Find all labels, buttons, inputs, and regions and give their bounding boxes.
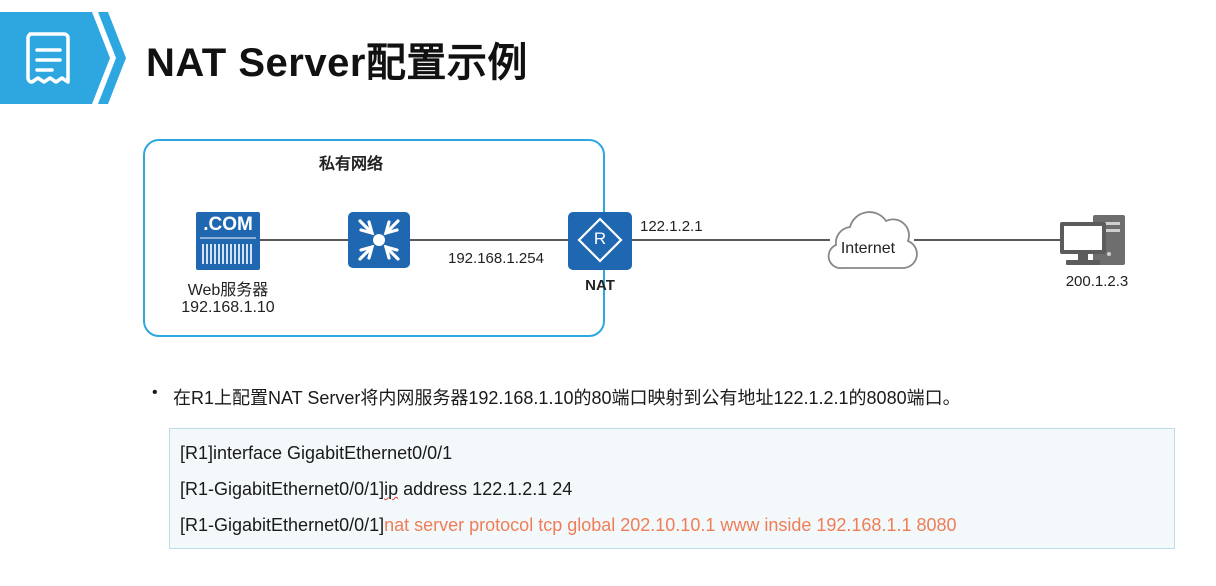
internet-label: Internet bbox=[840, 240, 896, 257]
command-line-3-nat-command: nat server protocol tcp global 202.10.10… bbox=[384, 515, 957, 535]
nat-outside-ip: 122.1.2.1 bbox=[640, 218, 703, 235]
bullet-text: 在R1上配置NAT Server将内网服务器192.168.1.10的80端口映… bbox=[173, 388, 961, 408]
nat-label: NAT bbox=[585, 277, 615, 294]
command-line-1: [R1]interface GigabitEthernet0/0/1 bbox=[180, 443, 453, 463]
web-server-ip: 192.168.1.10 bbox=[181, 299, 275, 316]
command-line-2-prefix: [R1-GigabitEthernet0/0/1] bbox=[180, 479, 385, 499]
switch-icon bbox=[348, 212, 410, 268]
client-pc-ip: 200.1.2.3 bbox=[1065, 273, 1129, 290]
command-line-2-rest: address 122.1.2.1 24 bbox=[398, 479, 573, 499]
web-server-label: Web服务器 bbox=[187, 282, 269, 299]
client-pc-icon bbox=[1060, 215, 1125, 265]
command-box: [R1]interface GigabitEthernet0/0/1 [R1-G… bbox=[169, 428, 1175, 549]
command-line-3: [R1-GigabitEthernet0/0/1]nat server prot… bbox=[180, 515, 957, 536]
nat-router-glyph: R bbox=[593, 229, 607, 248]
web-server-badge: .COM bbox=[203, 214, 253, 235]
command-line-2-ip: ip bbox=[384, 479, 399, 499]
bullet-marker: • bbox=[152, 384, 158, 401]
nat-inside-ip: 192.168.1.254 bbox=[448, 250, 544, 267]
command-line-2: [R1-GigabitEthernet0/0/1]ip address 122.… bbox=[180, 479, 572, 500]
command-line-3-prefix: [R1-GigabitEthernet0/0/1] bbox=[180, 515, 385, 535]
